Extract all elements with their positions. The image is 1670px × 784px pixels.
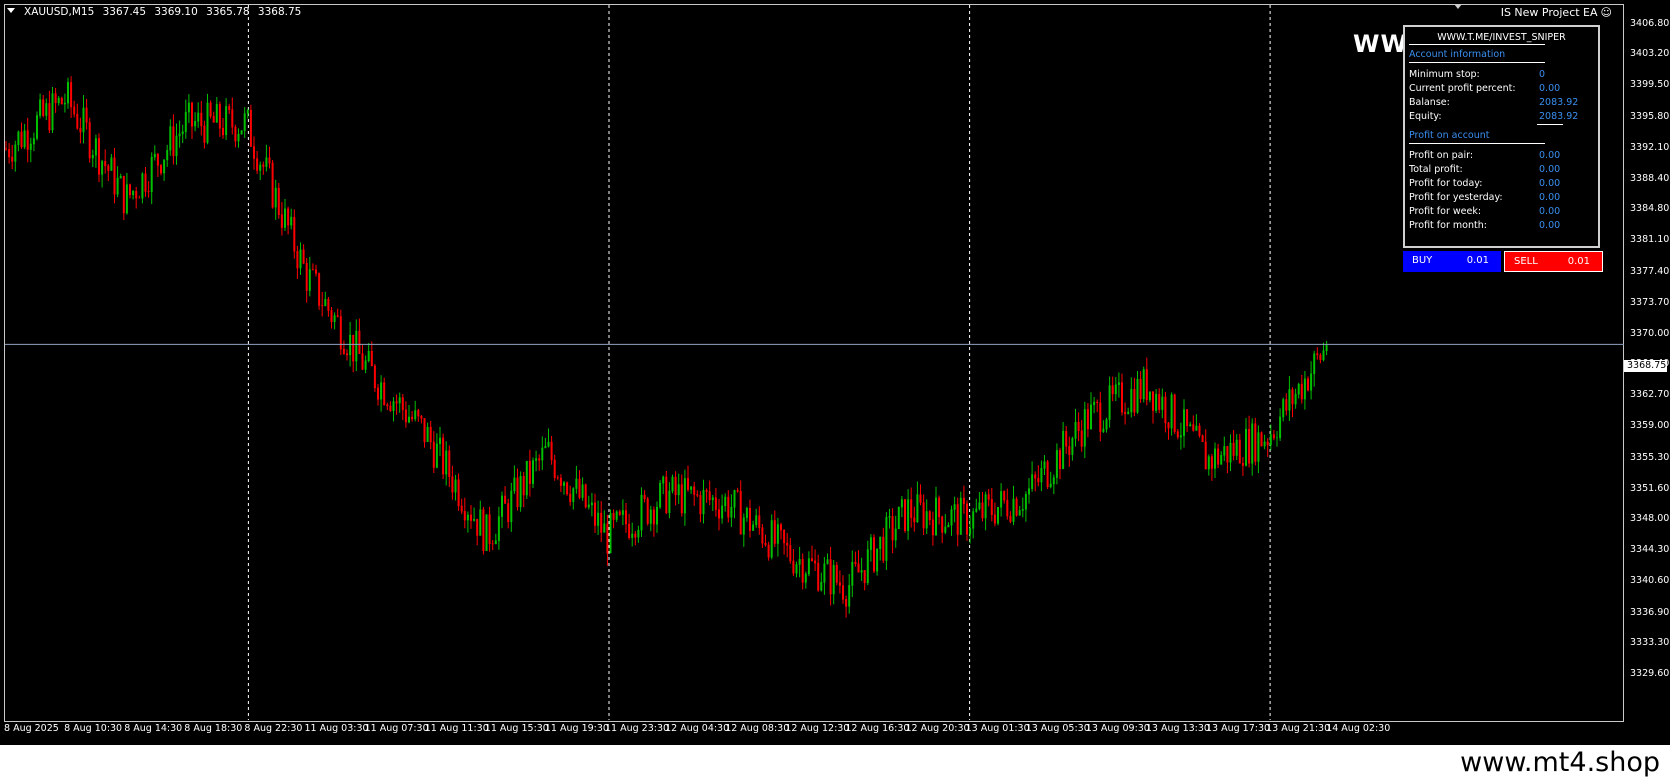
chart-shift-marker-icon[interactable] [1454, 4, 1462, 9]
profit-section-title: Profit on account [1409, 130, 1490, 141]
sell-label: SELL [1514, 256, 1538, 267]
price-tick-label: 3351.60 [1630, 482, 1670, 494]
price-tick-label: 3355.30 [1630, 451, 1670, 463]
profit-today-value: 0.00 [1539, 178, 1561, 189]
time-tick-label: 11 Aug 23:30 [605, 723, 670, 734]
watermark-text: www.mt4.shop [1460, 747, 1660, 778]
price-tick-label: 3381.10 [1630, 234, 1670, 246]
time-tick-label: 12 Aug 20:30 [905, 723, 970, 734]
profit-percent-label: Current profit percent: [1409, 83, 1516, 94]
ea-name: IS New Project EA [1500, 6, 1598, 19]
time-tick-label: 11 Aug 11:30 [424, 723, 489, 734]
account-section-title: Account information [1409, 49, 1506, 60]
collapse-triangle-icon[interactable] [7, 8, 15, 13]
panel-divider [1409, 143, 1545, 144]
profit-yesterday-label: Profit for yesterday: [1409, 192, 1503, 203]
price-tick-label: 3336.90 [1630, 606, 1670, 618]
panel-divider [1537, 124, 1563, 125]
buy-label: BUY [1412, 255, 1433, 266]
overlay-text: WW [1353, 30, 1408, 58]
ohlc-high: 3369.10 [154, 6, 198, 18]
ohlc-close: 3368.75 [257, 6, 302, 18]
smiley-icon: ☺ [1600, 6, 1612, 19]
sell-lot: 0.01 [1567, 256, 1590, 267]
profit-month-value: 0.00 [1539, 220, 1561, 231]
price-tick-label: 3377.40 [1630, 265, 1670, 277]
panel-divider [1409, 44, 1545, 45]
time-tick-label: 12 Aug 12:30 [785, 723, 850, 734]
price-tick-label: 3348.00 [1630, 513, 1670, 525]
time-tick-label: 12 Aug 08:30 [725, 723, 790, 734]
panel-divider [1409, 62, 1545, 63]
mt4-chart-window[interactable]: XAUUSD,M15 3367.45 3369.10 3365.78 3368.… [0, 0, 1670, 745]
profit-pair-value: 0.00 [1539, 150, 1561, 161]
ohlc-low: 3365.78 [206, 6, 250, 18]
time-tick-label: 8 Aug 10:30 [64, 723, 123, 734]
expert-advisor-label[interactable]: IS New Project EA ☺ [1501, 6, 1612, 19]
sell-button[interactable]: SELL 0.01 [1504, 251, 1603, 272]
time-tick-label: 14 Aug 02:30 [1326, 723, 1391, 734]
buy-lot: 0.01 [1466, 255, 1489, 266]
min-stop-value: 0 [1539, 69, 1546, 80]
time-tick-label: 13 Aug 13:30 [1145, 723, 1210, 734]
price-tick-label: 3403.20 [1630, 48, 1670, 60]
time-tick-label: 8 Aug 18:30 [184, 723, 243, 734]
balance-label: Balanse: [1409, 97, 1450, 108]
price-tick-label: 3406.80 [1630, 18, 1670, 29]
price-tick-label: 3359.00 [1630, 420, 1670, 432]
time-tick-label: 12 Aug 04:30 [665, 723, 730, 734]
price-tick-label: 3395.80 [1630, 110, 1670, 122]
profit-today-label: Profit for today: [1409, 178, 1483, 189]
panel-title: WWW.T.ME/INVEST_SNIPER [1437, 32, 1566, 43]
buy-button[interactable]: BUY 0.01 [1403, 251, 1501, 272]
symbol-header: XAUUSD,M15 3367.45 3369.10 3365.78 3368.… [7, 6, 301, 18]
price-tick-label: 3399.50 [1630, 79, 1670, 91]
profit-yesterday-value: 0.00 [1539, 192, 1561, 203]
price-tick-label: 3333.30 [1630, 636, 1670, 648]
price-tick-label: 3340.60 [1630, 575, 1670, 587]
time-tick-label: 11 Aug 07:30 [364, 723, 429, 734]
ea-info-panel: WWW.T.ME/INVEST_SNIPER Account informati… [1403, 25, 1600, 248]
price-tick-label: 3329.60 [1630, 668, 1670, 679]
price-tick-label: 3384.80 [1630, 203, 1670, 215]
price-tick-label: 3370.00 [1630, 327, 1670, 339]
time-tick-label: 8 Aug 14:30 [124, 723, 183, 734]
profit-percent-value: 0.00 [1539, 83, 1561, 94]
time-tick-label: 12 Aug 16:30 [845, 723, 910, 734]
time-tick-label: 8 Aug 22:30 [244, 723, 303, 734]
time-tick-label: 13 Aug 09:30 [1085, 723, 1150, 734]
total-profit-label: Total profit: [1409, 164, 1463, 175]
ohlc-open: 3367.45 [102, 6, 147, 18]
time-tick-label: 13 Aug 05:30 [1025, 723, 1090, 734]
time-tick-label: 13 Aug 21:30 [1266, 723, 1331, 734]
profit-month-label: Profit for month: [1409, 220, 1487, 231]
equity-value: 2083.92 [1539, 111, 1579, 122]
min-stop-label: Minimum stop: [1409, 69, 1480, 80]
time-tick-label: 11 Aug 15:30 [484, 723, 549, 734]
time-tick-label: 13 Aug 01:30 [965, 723, 1030, 734]
price-tick-label: 3344.30 [1630, 544, 1670, 556]
time-tick-label: 13 Aug 17:30 [1206, 723, 1271, 734]
price-tick-label: 3362.70 [1630, 389, 1670, 401]
profit-pair-label: Profit on pair: [1409, 150, 1474, 161]
equity-label: Equity: [1409, 111, 1442, 122]
price-tick-label: 3392.10 [1630, 141, 1670, 153]
profit-week-label: Profit for week: [1409, 206, 1482, 217]
profit-week-value: 0.00 [1539, 206, 1561, 217]
total-profit-value: 0.00 [1539, 164, 1561, 175]
price-tick-label: 3373.70 [1630, 296, 1670, 308]
time-tick-label: 11 Aug 19:30 [544, 723, 609, 734]
time-tick-label: 8 Aug 2025 [4, 723, 59, 734]
symbol-timeframe: XAUUSD,M15 [24, 6, 95, 18]
candles-group [5, 76, 1328, 618]
balance-value: 2083.92 [1539, 97, 1579, 108]
price-tick-label: 3388.40 [1630, 172, 1670, 184]
time-tick-label: 11 Aug 03:30 [304, 723, 369, 734]
current-price-tag: 3368.75 [1624, 360, 1667, 372]
